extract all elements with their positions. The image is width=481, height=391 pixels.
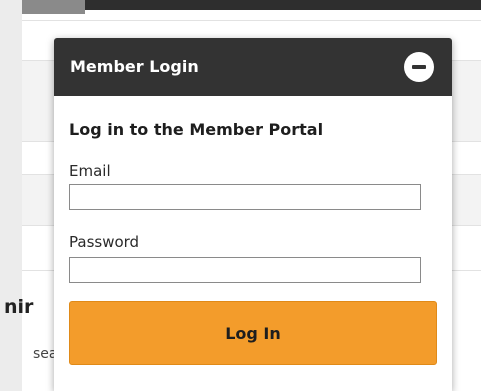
background-banner [85,0,481,10]
panel-title: Member Login [70,57,199,76]
email-field[interactable] [69,184,421,210]
portal-heading: Log in to the Member Portal [69,120,324,139]
log-in-button[interactable]: Log In [69,301,437,365]
panel-header: Member Login [54,38,452,96]
password-label: Password [69,233,140,251]
password-field[interactable] [69,257,421,283]
collapse-button[interactable] [404,52,434,82]
background-photo [22,0,85,14]
member-login-panel: Member Login Log in to the Member Portal… [54,38,452,391]
background-left-strip [0,0,22,391]
background-divider [22,20,481,21]
email-label: Email [69,162,111,180]
log-in-button-label: Log In [225,323,281,343]
minus-circle-icon [412,65,426,69]
background-heading: nir [4,296,34,318]
